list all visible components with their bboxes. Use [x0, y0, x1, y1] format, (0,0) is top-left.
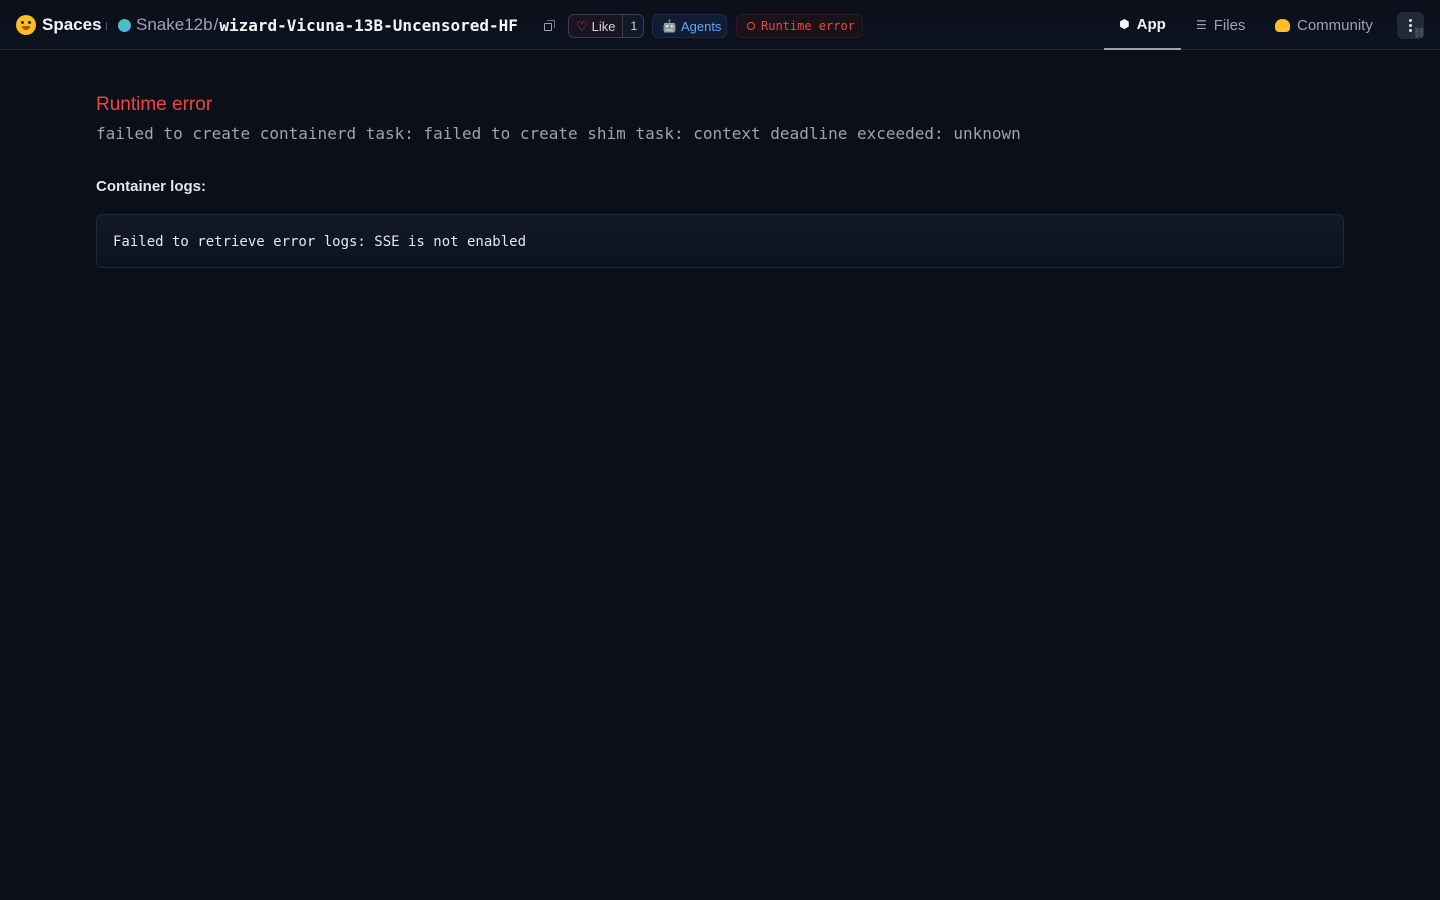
tab-app[interactable]: ⬢ App [1104, 0, 1181, 50]
like-label: Like [591, 18, 616, 34]
error-message: failed to create containerd task: failed… [96, 124, 1021, 143]
top-header: Spaces Snake12b / wizard-Vicuna-13B-Unce… [0, 0, 1440, 50]
main-content: Runtime error failed to create container… [96, 92, 1344, 268]
hugging-face-logo-icon [16, 15, 36, 35]
link-icon: ⛓ [1413, 28, 1426, 39]
more-vertical-icon [1409, 19, 1412, 22]
copy-icon[interactable] [544, 20, 555, 31]
breadcrumb-separator: / [213, 15, 219, 34]
error-title: Runtime error [96, 94, 213, 115]
agents-button[interactable]: 🤖 Agents [652, 14, 727, 38]
tab-app-label: App [1136, 15, 1166, 33]
tab-community-label: Community [1297, 16, 1373, 34]
logs-box: Failed to retrieve error logs: SSE is no… [96, 214, 1344, 268]
header-divider [106, 22, 107, 30]
tab-community[interactable]: Community [1275, 0, 1373, 50]
tab-files-label: Files [1213, 16, 1246, 34]
files-icon: ☰ [1196, 18, 1207, 32]
owner-avatar-icon [118, 18, 131, 32]
like-toggle[interactable]: ♡ Like [569, 15, 623, 37]
status-badge[interactable]: Runtime error [736, 14, 863, 38]
repo-breadcrumb: Snake12b / wizard-Vicuna-13B-Uncensored-… [118, 14, 518, 36]
tab-files[interactable]: ☰ Files [1196, 0, 1245, 50]
like-button[interactable]: ♡ Like 1 [568, 14, 644, 38]
heart-icon: ♡ [576, 18, 588, 34]
spaces-label: Spaces [42, 15, 102, 34]
repo-name-link[interactable]: wizard-Vicuna-13B-Uncensored-HF [219, 16, 518, 35]
like-count[interactable]: 1 [623, 19, 638, 33]
status-ring-icon [747, 22, 755, 30]
cube-icon: ⬢ [1119, 17, 1130, 31]
logs-heading: Container logs: [96, 178, 207, 195]
repo-owner-link[interactable]: Snake12b [136, 15, 213, 35]
robot-icon: 🤖 [662, 19, 677, 33]
spaces-home-link[interactable]: Spaces [16, 14, 102, 36]
status-label: Runtime error [761, 19, 855, 33]
community-hand-icon [1275, 18, 1290, 32]
agents-label: Agents [680, 18, 722, 34]
